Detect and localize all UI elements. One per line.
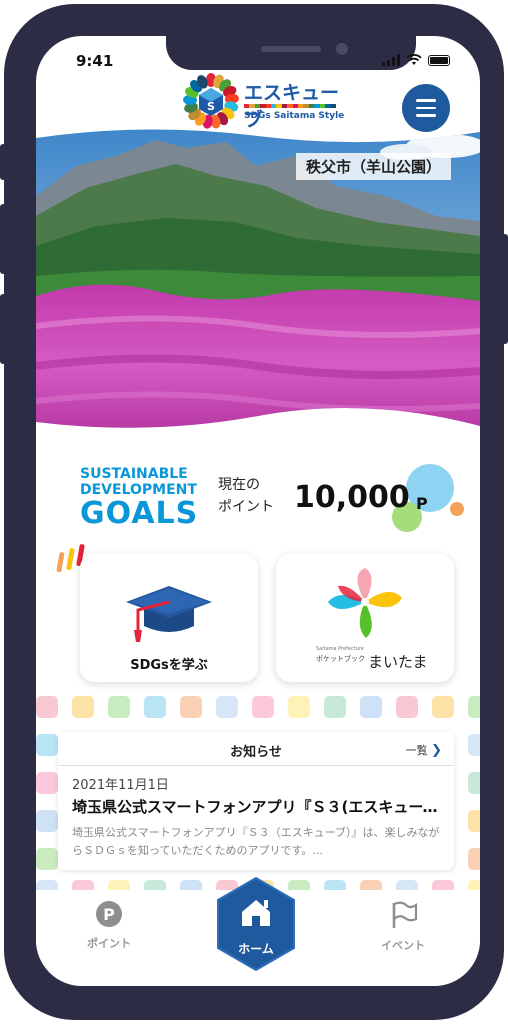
decor-tile: [468, 696, 480, 718]
decor-tile: [72, 696, 94, 718]
news-date: 2021年11月1日: [72, 778, 169, 793]
decor-tile: [432, 696, 454, 718]
phone-frame: 9:41 S エスキューブ SDGs Saitama Style 秩父市（羊山公…: [0, 4, 508, 1020]
points-section[interactable]: SUSTAINABLE DEVELOPMENT GOALS 現在の ポイント 1…: [36, 456, 480, 546]
decor-tile: [36, 734, 58, 756]
location-label: 秩父市（羊山公園）: [296, 153, 452, 180]
points-label: 現在の ポイント: [218, 474, 288, 518]
svg-text:S: S: [207, 100, 215, 113]
points-icon: P: [96, 901, 122, 927]
decor-bubble: [450, 502, 464, 516]
battery-icon: [428, 55, 450, 66]
news-view-all-link[interactable]: 一覧 ❯: [406, 742, 442, 758]
decor-tile: [36, 848, 58, 870]
logo-color-bar: [244, 104, 336, 108]
graduation-cap-icon: [126, 586, 212, 642]
menu-button[interactable]: [402, 84, 450, 132]
s3-logo[interactable]: S エスキューブ SDGs Saitama Style: [182, 72, 352, 131]
tab-event-label: イベント: [381, 939, 425, 952]
decor-tile: [360, 696, 382, 718]
flag-icon: [392, 901, 418, 928]
learn-sdgs-label: SDGsを学ぶ: [130, 658, 208, 673]
volume-up-button: [0, 204, 6, 274]
notch: [166, 36, 416, 70]
decor-tile: [108, 696, 130, 718]
signal-icon: [382, 54, 400, 66]
volume-down-button: [0, 294, 6, 364]
points-value: 10,000: [294, 480, 410, 515]
logo-subtitle: SDGs Saitama Style: [244, 111, 345, 121]
sdgs-logo-line1: SUSTAINABLE: [80, 466, 188, 482]
pocketbook-card[interactable]: Saitama Prefecture ポケットブック まいたま: [276, 554, 454, 682]
tab-event[interactable]: イベント: [348, 900, 458, 953]
sdgs-logo-line3: GOALS: [80, 496, 199, 531]
power-button: [502, 234, 508, 344]
decor-tile: [468, 734, 480, 756]
hero-image: 秩父市（羊山公園）: [36, 126, 480, 446]
mute-switch: [0, 144, 6, 180]
decor-tile: [216, 696, 238, 718]
learn-sdgs-card[interactable]: SDGsを学ぶ: [80, 554, 258, 682]
news-section: お知らせ 一覧 ❯ 2021年11月1日 埼玉県公式スマートフォンアプリ『Ｓ３(…: [36, 692, 480, 902]
tab-home[interactable]: [214, 876, 298, 972]
tab-points[interactable]: P ポイント: [54, 900, 164, 951]
sdgs-wheel-icon: S: [183, 73, 239, 129]
status-icons: [382, 54, 450, 66]
pocketbook-small: Saitama Prefecture: [316, 646, 364, 652]
bottom-tab-bar: P ポイント ホーム イベント: [36, 876, 480, 986]
chevron-right-icon: ❯: [431, 743, 442, 758]
wifi-icon: [406, 54, 422, 65]
decor-tile: [468, 810, 480, 832]
decor-tile: [36, 772, 58, 794]
status-time: 9:41: [76, 52, 114, 70]
pocketbook-sub: ポケットブック: [316, 655, 365, 663]
app-screen: 9:41 S エスキューブ SDGs Saitama Style 秩父市（羊山公…: [36, 36, 480, 986]
decor-tile: [36, 810, 58, 832]
points-unit: P: [416, 494, 428, 513]
svg-text:P: P: [103, 905, 115, 924]
hamburger-icon: [416, 99, 436, 102]
decor-tile: [468, 848, 480, 870]
tab-home-label: ホーム: [238, 942, 274, 956]
tab-points-label: ポイント: [87, 937, 131, 950]
pocketbook-title: まいたま: [368, 653, 428, 671]
news-card[interactable]: お知らせ 一覧 ❯ 2021年11月1日 埼玉県公式スマートフォンアプリ『Ｓ３(…: [58, 732, 454, 870]
decor-tile: [468, 772, 480, 794]
decor-tile: [180, 696, 202, 718]
decor-tile: [252, 696, 274, 718]
news-title: お知らせ: [230, 745, 282, 760]
news-header: お知らせ 一覧 ❯: [58, 732, 454, 766]
points-label-line1: 現在の: [218, 477, 260, 493]
news-view-all-label: 一覧: [405, 744, 428, 757]
sdgs-logo: SUSTAINABLE DEVELOPMENT GOALS: [80, 466, 200, 530]
decor-tile: [36, 696, 58, 718]
decor-tile: [144, 696, 166, 718]
decor-tile: [324, 696, 346, 718]
news-headline[interactable]: 埼玉県公式スマートフォンアプリ『Ｓ３(エスキューブ)』: [72, 796, 442, 817]
decor-tile: [396, 696, 418, 718]
flower-logo-icon: [328, 568, 402, 638]
decor-tile: [288, 696, 310, 718]
points-label-line2: ポイント: [218, 499, 274, 515]
news-body: 埼玉県公式スマートフォンアプリ『Ｓ３（エスキューブ）』は、楽しみながらＳＤＧｓを…: [72, 826, 440, 857]
app-header: S エスキューブ SDGs Saitama Style: [36, 72, 480, 132]
